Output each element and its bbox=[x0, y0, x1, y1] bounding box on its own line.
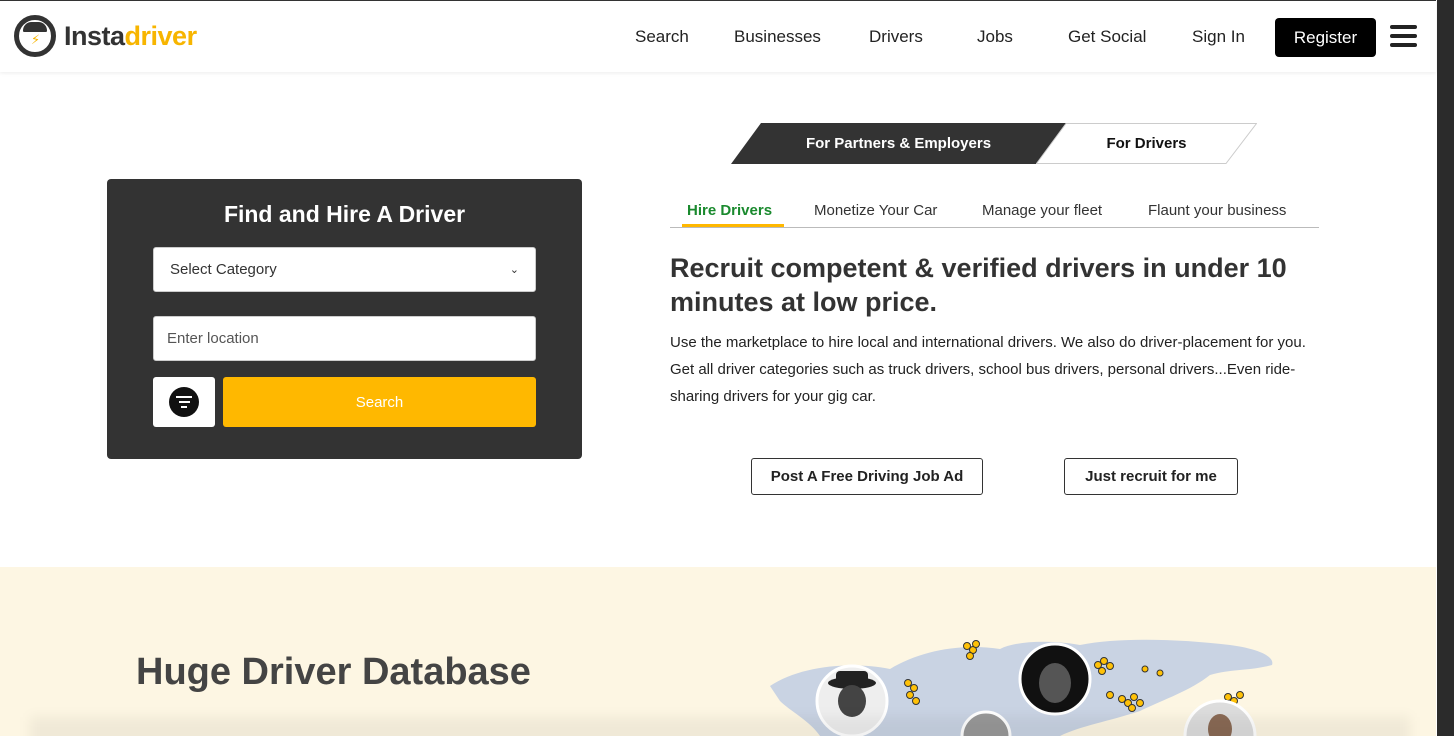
category-select-value: Select Category bbox=[170, 261, 277, 278]
nav-businesses[interactable]: Businesses bbox=[734, 27, 821, 47]
filter-icon bbox=[169, 387, 199, 417]
tab-hire-drivers[interactable]: Hire Drivers bbox=[687, 202, 772, 219]
tab-partners-employers[interactable]: For Partners & Employers bbox=[731, 123, 1066, 164]
tab-for-drivers-label: For Drivers bbox=[1106, 135, 1187, 152]
hamburger-icon[interactable] bbox=[1390, 25, 1417, 47]
category-select[interactable]: Select Category ⌄ bbox=[153, 247, 536, 292]
register-button[interactable]: Register bbox=[1275, 18, 1376, 57]
driver-database-section: Huge Driver Database bbox=[0, 567, 1436, 736]
location-input[interactable]: Enter location bbox=[153, 316, 536, 361]
just-recruit-button[interactable]: Just recruit for me bbox=[1064, 458, 1238, 495]
site-header: ⚡ Instadriver Search Businesses Drivers … bbox=[0, 0, 1436, 72]
active-tab-indicator bbox=[682, 224, 784, 227]
post-job-ad-button[interactable]: Post A Free Driving Job Ad bbox=[751, 458, 983, 495]
card-shadow bbox=[30, 717, 1410, 736]
search-button[interactable]: Search bbox=[223, 377, 536, 427]
nav-sign-in[interactable]: Sign In bbox=[1192, 27, 1245, 47]
hire-tabs: Hire Drivers Monetize Your Car Manage yo… bbox=[670, 198, 1319, 228]
tab-flaunt-business[interactable]: Flaunt your business bbox=[1148, 202, 1286, 219]
search-card-title: Find and Hire A Driver bbox=[223, 201, 466, 227]
brand-logo[interactable]: ⚡ Instadriver bbox=[14, 15, 197, 57]
browser-side-panel bbox=[1437, 0, 1454, 736]
nav-drivers[interactable]: Drivers bbox=[869, 27, 923, 47]
search-card: Find and Hire A Driver Select Category ⌄… bbox=[107, 179, 582, 459]
nav-search[interactable]: Search bbox=[635, 27, 689, 47]
tab-for-drivers[interactable]: For Drivers bbox=[1036, 123, 1257, 164]
hero-headline: Recruit competent & verified drivers in … bbox=[670, 253, 1287, 317]
nav-jobs[interactable]: Jobs bbox=[977, 27, 1013, 47]
filter-button[interactable] bbox=[153, 377, 215, 427]
chevron-down-icon: ⌄ bbox=[509, 264, 519, 276]
tab-manage-fleet[interactable]: Manage your fleet bbox=[982, 202, 1102, 219]
brand-name: Instadriver bbox=[64, 20, 197, 51]
tab-monetize-car[interactable]: Monetize Your Car bbox=[814, 202, 937, 219]
steering-wheel-icon: ⚡ bbox=[14, 15, 56, 57]
section-title: Huge Driver Database bbox=[136, 651, 531, 693]
hero-description: Use the marketplace to hire local and in… bbox=[670, 334, 1306, 405]
nav-get-social[interactable]: Get Social bbox=[1068, 27, 1146, 47]
